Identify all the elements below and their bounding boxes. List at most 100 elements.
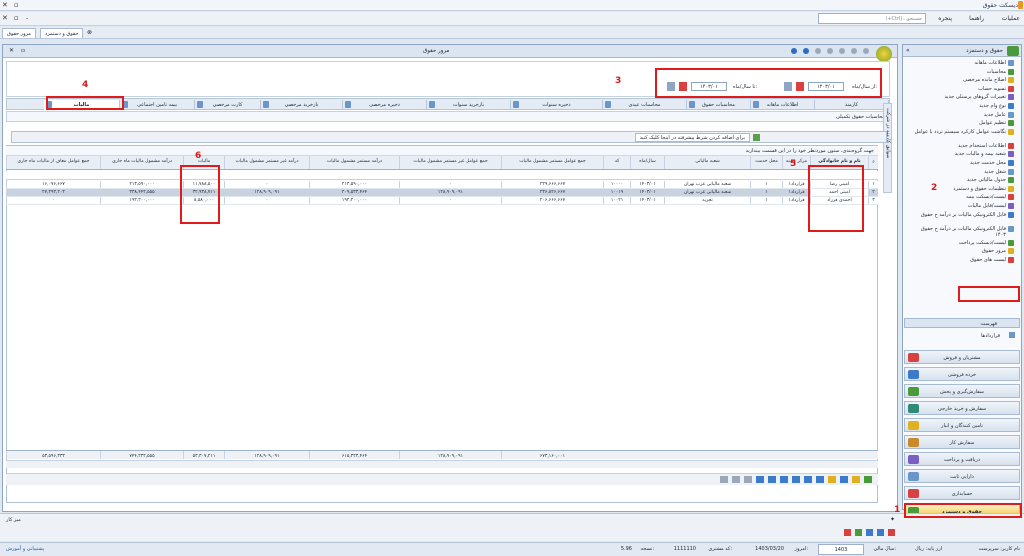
horizontal-scrollbar[interactable] <box>6 460 878 468</box>
sidebar-section-list[interactable]: فهرست <box>904 318 1020 328</box>
col-noncontinuous-taxable-income[interactable]: درآمد غیر مستمر مشمول مالیات <box>224 156 309 169</box>
last-record-icon[interactable] <box>756 476 764 483</box>
settings-icon[interactable] <box>827 48 833 54</box>
sidebar-item[interactable]: نوع وام جدید <box>910 103 1006 109</box>
collapse-icon[interactable]: « <box>906 47 910 54</box>
menu-item-window[interactable]: پنجره <box>938 15 952 22</box>
sidebar-item[interactable]: مرور حقوق <box>910 248 1006 254</box>
col-taxable-income-current-month[interactable]: درآمد مشمول مالیات ماه جاری <box>100 156 183 169</box>
filter-icon[interactable] <box>863 48 869 54</box>
help-icon[interactable] <box>791 48 797 54</box>
add-icon[interactable] <box>720 476 728 483</box>
footer-pin-icon[interactable]: ✦ <box>890 516 895 523</box>
sidebar-item[interactable]: عامل جدید <box>910 112 1006 118</box>
sidebar-item[interactable]: لیست/فایل مالیات <box>910 203 1006 209</box>
module-button[interactable]: دریافت و پرداخت <box>904 452 1020 466</box>
sidebar-item[interactable]: اصلاح مانده مرخصی <box>910 77 1006 83</box>
sidebar-item[interactable]: تغییرات گروهای پرسنلی جدید <box>910 94 1006 100</box>
tab-close-icon[interactable]: ⊗ <box>87 29 92 36</box>
menu-close-icon[interactable]: ✕ <box>2 14 8 22</box>
tab-leave-card[interactable]: کارت مرخصی <box>195 100 261 110</box>
sidebar-item[interactable]: لیست/دیسکت پرداخت <box>910 240 1006 246</box>
sigma-icon[interactable] <box>828 476 836 483</box>
refresh-icon[interactable] <box>815 48 821 54</box>
tab-salary-calc[interactable]: محاسبات حقوق <box>687 100 751 110</box>
sidebar-item[interactable]: تسویه حساب <box>910 86 1006 92</box>
tab-social-insurance[interactable]: بیمه تامین اجتماعی <box>120 100 195 110</box>
tab-severance-reserve[interactable]: ذخیره سنوات <box>511 100 603 110</box>
menu-minimize-icon[interactable]: ˗ <box>26 14 28 22</box>
info-icon[interactable] <box>803 48 809 54</box>
tab-payroll-review[interactable]: مرور حقوق <box>2 28 36 38</box>
sidebar-item[interactable]: محل خدمت جدید <box>910 160 1006 166</box>
table-row[interactable]: ۱ امینی رضا قرارداد۱ ۱ شعبه مالیاتی غرب … <box>6 181 878 189</box>
sidebar-item[interactable]: شعبه بیمه و مالیات جدید <box>910 151 1006 157</box>
grid-settings-icon[interactable] <box>840 476 848 483</box>
export-excel-icon[interactable] <box>804 476 812 483</box>
cancel-icon[interactable] <box>844 529 851 536</box>
search-icon[interactable]: ⌕ <box>868 156 878 169</box>
sidebar-item[interactable]: فایل الکترونیکی مالیات بر درآمد ح حقوق ۱… <box>910 226 1006 238</box>
module-button[interactable]: خرده فروشی <box>904 367 1020 381</box>
fiscal-year-select[interactable]: 1403 <box>818 544 864 555</box>
delete-icon[interactable] <box>732 476 740 483</box>
filter-icon[interactable] <box>852 476 860 483</box>
window-close-icon[interactable]: ✕ <box>9 47 14 54</box>
print-icon[interactable] <box>744 476 752 483</box>
prev-record-icon[interactable] <box>780 476 788 483</box>
module-button[interactable]: مشتریان و فروش <box>904 350 1020 364</box>
sidebar-item-contracts[interactable]: قراردادها <box>981 333 1000 339</box>
sidebar-item[interactable]: اطلاعات استخدام جدید <box>910 143 1006 149</box>
col-continuous-taxable-income[interactable]: درآمد مستمر مشمول مالیات <box>309 156 399 169</box>
table-row[interactable]: ۳ احمدی فرزاد قرارداد۱ ۱ تجربه ۱۴۰۳/۰۱ ۱… <box>6 197 878 205</box>
sidebar-item[interactable]: نگاشت عوامل کارکرد سیستم تردد با عوامل <box>910 129 1006 135</box>
support-link[interactable]: پشتیبانی و آموزش <box>6 546 44 552</box>
col-exempt-items-current-month[interactable]: جمع عوامل معاف از مالیات ماه جاری <box>6 156 100 169</box>
table-row-selected[interactable]: ۲ امینی احمد قرارداد۱ ۱ شعبه مالیاتی غرب… <box>6 189 878 197</box>
first-record-icon[interactable] <box>792 476 800 483</box>
tab-leave-reserve[interactable]: ذخیره مرخصی <box>343 100 427 110</box>
tab-employee[interactable]: کارمند <box>815 100 889 110</box>
advanced-filter-bar[interactable]: برای اضافه کردن شرط پیشرفته در اینجا کلی… <box>11 131 887 143</box>
print-icon[interactable] <box>839 48 845 54</box>
module-button[interactable]: سفارش‌گیری و پخش <box>904 384 1020 398</box>
next-record-icon[interactable] <box>768 476 776 483</box>
col-code[interactable]: کد <box>603 156 630 169</box>
menu-item-operations[interactable]: عملیات <box>1002 15 1020 22</box>
sidebar-item[interactable]: شغل جدید <box>910 169 1006 175</box>
col-continuous-taxable-items[interactable]: جمع عوامل مستمر مشمول مالیات <box>501 156 603 169</box>
tab-leave-buyback[interactable]: بازخرید مرخصی <box>261 100 343 110</box>
employee-history-side-tab[interactable]: سوابق کارمند در شرکت <box>883 103 892 193</box>
window-restore-icon[interactable]: ▫ <box>21 47 25 54</box>
window-restore-icon[interactable]: ▫ <box>14 1 19 9</box>
tab-payroll-module[interactable]: حقوق و دستمزد <box>40 28 84 38</box>
col-tax-branch[interactable]: شعبه مالیاتی <box>664 156 750 169</box>
sidebar-item[interactable]: تنظیم عوامل <box>910 120 1006 126</box>
col-work-place[interactable]: محل خدمت <box>750 156 782 169</box>
confirm-icon[interactable] <box>855 529 862 536</box>
export-icon[interactable] <box>851 48 857 54</box>
close-icon[interactable] <box>888 529 895 536</box>
col-noncontinuous-taxable-items[interactable]: جمع عوامل غیر مستمر مشمول مالیات <box>399 156 501 169</box>
menu-restore-icon[interactable]: ▫ <box>14 14 19 22</box>
tab-severance-buyback[interactable]: بازخرید سنوات <box>427 100 511 110</box>
module-button[interactable]: دارایی ثابت <box>904 469 1020 483</box>
sidebar-item[interactable]: لیست های حقوق <box>910 257 1006 263</box>
sidebar-item[interactable]: اطلاعات ماهانه <box>910 60 1006 66</box>
module-button[interactable]: تامین کنندگان و انبار <box>904 418 1020 432</box>
sidebar-item[interactable]: فایل الکترونیکی مالیات بر درآمد ح حقوق <box>910 212 1006 218</box>
window-close-icon[interactable]: ✕ <box>2 1 8 9</box>
col-year-month[interactable]: سال/ماه <box>630 156 664 169</box>
sidebar-item[interactable]: محاسبات <box>910 69 1006 75</box>
menu-item-help[interactable]: راهنما <box>969 15 984 22</box>
save-icon[interactable] <box>866 529 873 536</box>
sidebar-item[interactable]: جدول مالیاتی جدید <box>910 177 1006 183</box>
tab-bonus-calc[interactable]: محاسبات عیدی <box>603 100 687 110</box>
grid-filter-row[interactable] <box>6 171 878 180</box>
refresh-grid-icon[interactable] <box>864 476 872 483</box>
columns-icon[interactable] <box>816 476 824 483</box>
sidebar-item[interactable]: تنظیمات حقوق و دستمزد <box>910 186 1006 192</box>
sidebar-item[interactable]: لیست/دیسکت بیمه <box>910 194 1006 200</box>
print-icon[interactable] <box>877 529 884 536</box>
advanced-filter-button[interactable]: برای اضافه کردن شرط پیشرفته در اینجا کلی… <box>634 133 750 142</box>
